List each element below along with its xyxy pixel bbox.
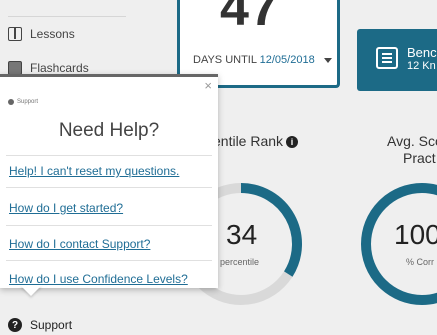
avg-score-value: 100 <box>394 219 437 250</box>
help-link-confidence-levels[interactable]: How do I use Confidence Levels? <box>9 272 188 286</box>
question-circle-icon: ? <box>8 318 22 332</box>
sidebar-item-support[interactable]: ? Support <box>8 315 72 335</box>
avg-score-subtitle: Pract <box>403 150 436 166</box>
help-link-reset-questions[interactable]: Help! I can't reset my questions. <box>9 164 179 178</box>
sidebar-item-label: Lessons <box>30 27 75 41</box>
sidebar-item-label: Flashcards <box>30 61 89 75</box>
popup-pointer <box>20 285 42 296</box>
sidebar-item-lessons[interactable]: Lessons <box>8 24 75 44</box>
days-until-label: DAYS UNTIL <box>193 54 257 66</box>
divider <box>6 260 212 261</box>
percentile-caption: percentile <box>220 257 260 267</box>
help-link-contact-support[interactable]: How do I contact Support? <box>9 237 150 251</box>
benchmark-subtitle: 12 Kn <box>407 60 436 72</box>
help-popup: × Support Need Help? Help! I can't reset… <box>0 74 218 288</box>
chevron-down-icon <box>323 57 332 63</box>
info-icon[interactable]: i <box>286 136 299 148</box>
help-link-get-started[interactable]: How do I get started? <box>9 201 123 215</box>
avg-score-title: Avg. Sco <box>387 133 437 149</box>
support-brand-label: Support <box>17 99 39 105</box>
benchmark-card[interactable]: Benc 12 Kn <box>357 29 437 91</box>
flashcards-icon <box>8 61 22 75</box>
divider <box>6 187 212 188</box>
support-brand: Support <box>8 99 38 105</box>
exam-date: 12/05/2018 <box>259 54 315 66</box>
exam-date-selector[interactable]: DAYS UNTIL 12/05/2018 <box>193 54 332 66</box>
sidebar-item-label: Support <box>30 318 73 332</box>
divider <box>6 225 212 226</box>
percentile-rank-label: entile Rank <box>213 133 284 149</box>
list-icon <box>376 47 398 69</box>
sidebar-divider <box>8 16 126 17</box>
avg-score-caption: % Corr <box>406 257 435 267</box>
percentile-value: 34 <box>226 219 258 250</box>
percentile-rank-title: entile Rank i <box>213 133 299 149</box>
support-logo-icon <box>8 99 14 105</box>
help-popup-title: Need Help? <box>58 120 160 141</box>
book-icon <box>8 27 22 41</box>
days-count: 47 <box>220 0 280 37</box>
close-icon[interactable]: × <box>204 78 212 93</box>
benchmark-title: Benc <box>407 45 437 60</box>
divider <box>6 155 212 156</box>
